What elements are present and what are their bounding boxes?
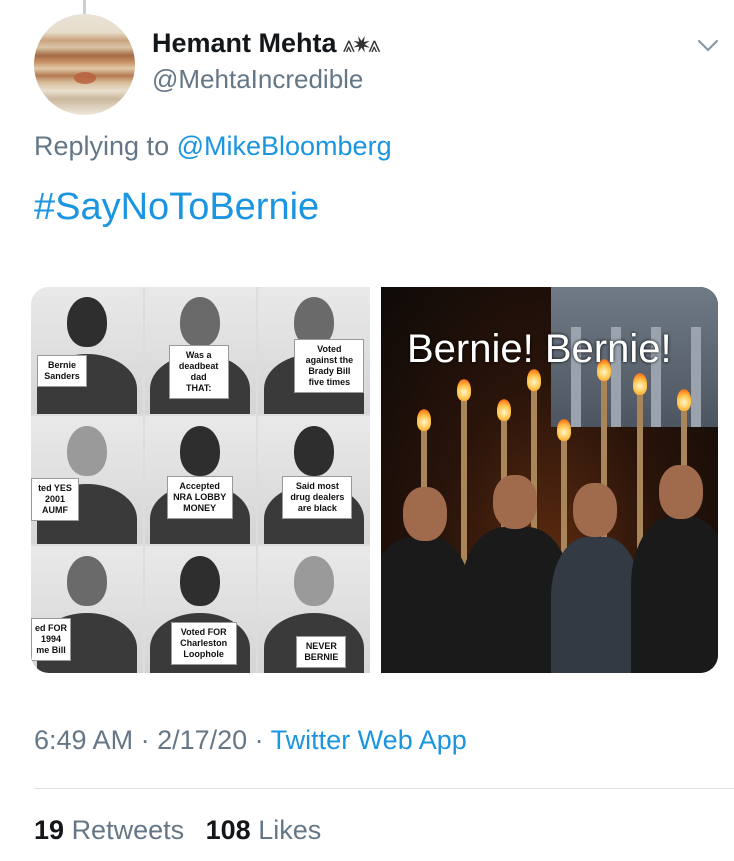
- grid-cell: ed FOR 1994 me Bill: [31, 545, 143, 673]
- grid-cell: Accepted NRA LOBBY MONEY: [144, 416, 257, 544]
- grid-cell: Voted FOR Charleston Loophole: [144, 545, 257, 673]
- protest-sign: Said most drug dealers are black: [282, 476, 353, 520]
- likes-count: 108: [205, 815, 251, 845]
- torch-rally-photo[interactable]: Bernie! Bernie!: [381, 287, 718, 673]
- name-emoji-decoration: ⩓✷⩓: [342, 32, 381, 57]
- tweet-time[interactable]: 6:49 AM: [34, 725, 133, 755]
- protest-sign: NEVER BERNIE: [296, 635, 347, 668]
- tweet-media[interactable]: Bernie Sanders Was a deadbeat dad THAT: …: [31, 287, 718, 673]
- thread-connector-line: [83, 0, 86, 14]
- replying-to-line: Replying to @MikeBloomberg: [34, 131, 392, 162]
- retweets-label: Retweets: [71, 815, 185, 845]
- grid-cell: NEVER BERNIE: [258, 545, 370, 673]
- protest-sign: Was a deadbeat dad THAT:: [168, 345, 229, 399]
- tweet-detail: Hemant Mehta ⩓✷⩓ @MehtaIncredible Replyin…: [0, 0, 734, 861]
- grid-cell: ted YES 2001 AUMF: [31, 416, 143, 544]
- protest-sign: ed FOR 1994 me Bill: [31, 617, 71, 661]
- tweet-date[interactable]: 2/17/20: [157, 725, 247, 755]
- divider: [34, 788, 734, 789]
- reply-mention-link[interactable]: @MikeBloomberg: [177, 131, 392, 161]
- grid-cell: Was a deadbeat dad THAT:: [144, 287, 257, 415]
- tweet-stats: 19 Retweets 108 Likes: [34, 815, 335, 846]
- likes-stat[interactable]: 108 Likes: [206, 815, 322, 845]
- tweet-hashtag[interactable]: #SayNoToBernie: [34, 186, 319, 229]
- protest-sign: Bernie Sanders: [37, 355, 87, 387]
- source-app-link[interactable]: Twitter Web App: [271, 725, 467, 755]
- grid-cell: Voted against the Brady Bill five times: [258, 287, 370, 415]
- great-red-spot: [74, 72, 96, 84]
- author-handle[interactable]: @MehtaIncredible: [152, 64, 363, 95]
- grid-cell: Bernie Sanders: [31, 287, 143, 415]
- meme-grid-image[interactable]: Bernie Sanders Was a deadbeat dad THAT: …: [31, 287, 370, 673]
- retweets-count: 19: [34, 815, 65, 845]
- photo-caption-overlay: Bernie! Bernie!: [407, 327, 672, 371]
- author-name-text: Hemant Mehta: [152, 28, 337, 58]
- grid-cell: Said most drug dealers are black: [258, 416, 370, 544]
- chevron-down-icon[interactable]: [696, 38, 720, 54]
- protest-sign: ted YES 2001 AUMF: [31, 478, 79, 522]
- protest-sign: Accepted NRA LOBBY MONEY: [166, 476, 233, 520]
- likes-label: Likes: [258, 815, 322, 845]
- author-avatar[interactable]: [34, 14, 135, 115]
- protest-sign: Voted FOR Charleston Loophole: [170, 621, 237, 665]
- author-name[interactable]: Hemant Mehta ⩓✷⩓: [152, 28, 381, 59]
- tweet-meta: 6:49 AM · 2/17/20 · Twitter Web App: [34, 725, 467, 756]
- replying-to-label: Replying to: [34, 131, 177, 161]
- protest-sign: Voted against the Brady Bill five times: [294, 339, 365, 393]
- meta-separator: ·: [247, 725, 271, 755]
- meta-separator: ·: [133, 725, 158, 755]
- retweets-stat[interactable]: 19 Retweets: [34, 815, 184, 845]
